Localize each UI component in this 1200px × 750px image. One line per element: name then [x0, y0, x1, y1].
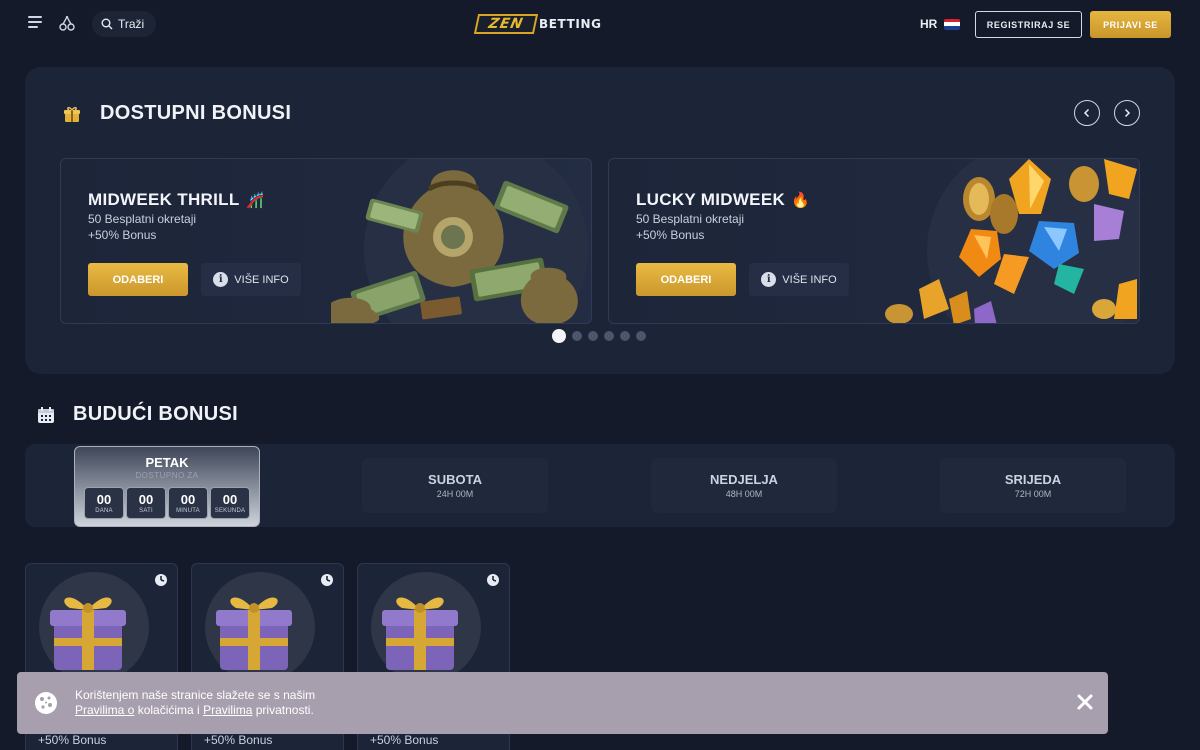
gift-box-illustration [382, 597, 458, 670]
logo-text: BETTING [539, 17, 602, 31]
carousel-prev-button[interactable] [1074, 100, 1100, 126]
privacy-policy-link[interactable]: Pravilima [203, 703, 252, 717]
logo-mark: ZEN [473, 14, 539, 34]
carousel-dot[interactable] [636, 331, 646, 341]
gift-card-bonus: +50% Bonus [38, 733, 107, 747]
flag-hr-icon [944, 18, 961, 30]
timer-icon [155, 574, 167, 586]
day-tab-wednesday[interactable]: SRIJEDA 72H 00M [940, 458, 1126, 513]
countdown-unit: SATI [139, 508, 153, 514]
more-info-label: VIŠE INFO [782, 273, 837, 286]
carousel-dot[interactable] [572, 331, 582, 341]
day-name: PETAK [145, 455, 189, 470]
register-button[interactable]: REGISTRIRAJ SE [975, 11, 1082, 38]
countdown-seconds: 00 SEKUNDA [210, 487, 250, 519]
countdown-unit: MINUTA [176, 508, 200, 514]
carousel-next-button[interactable] [1114, 100, 1140, 126]
info-icon: i [213, 272, 229, 287]
bonus-card-lucky-midweek: LUCKY MIDWEEK 🔥 50 Besplatni okretaji +5… [608, 158, 1140, 324]
available-bonuses-panel: DOSTUPNI BONUSI MIDWEEK THRILL 🎢 50 Besp… [25, 67, 1175, 374]
day-name: SUBOTA [428, 472, 482, 487]
available-bonuses-title: DOSTUPNI BONUSI [100, 102, 292, 124]
more-info-button[interactable]: i VIŠE INFO [749, 263, 849, 296]
day-countdown: 48H 00M [725, 489, 763, 499]
gift-icon [64, 107, 80, 122]
carousel-dot[interactable] [604, 331, 614, 341]
choose-button[interactable]: ODABERI [88, 263, 188, 296]
upcoming-days-bar: PETAK DOSTUPNO ZA 00 DANA 00 SATI 00 MIN… [25, 444, 1175, 527]
cookie-banner: Korištenjem naše stranice slažete se s n… [17, 672, 1108, 734]
carousel-dot[interactable] [588, 331, 598, 341]
cookie-text-1: Korištenjem naše stranice slažete se s n… [75, 688, 316, 702]
menu-icon[interactable] [28, 16, 42, 30]
gift-card-bonus: +50% Bonus [204, 733, 273, 747]
more-info-label: VIŠE INFO [234, 273, 289, 286]
chevron-left-icon [1083, 108, 1090, 118]
bonus-card-bonus: +50% Bonus [88, 228, 157, 242]
bonus-card-spins: 50 Besplatni okretaji [88, 212, 197, 226]
upcoming-bonuses-title: BUDUĆI BONUSI [73, 403, 239, 425]
countdown-unit: DANA [95, 508, 113, 514]
day-tab-sunday[interactable]: NEDJELJA 48H 00M [651, 458, 837, 513]
cookie-text-2: kolačićima i [137, 703, 200, 717]
choose-button[interactable]: ODABERI [636, 263, 736, 296]
gift-box-illustration [50, 597, 126, 670]
day-name: NEDJELJA [710, 472, 778, 487]
more-info-button[interactable]: i VIŠE INFO [201, 263, 301, 296]
day-name: SRIJEDA [1004, 472, 1062, 487]
day-countdown: 24H 00M [436, 489, 474, 499]
search-icon [101, 18, 113, 30]
available-in-label: DOSTUPNO ZA [135, 471, 199, 480]
bonus-card-title: MIDWEEK THRILL 🎢 [88, 190, 265, 210]
cookie-icon [35, 692, 57, 714]
bonus-card-title-text: MIDWEEK THRILL [88, 190, 240, 209]
countdown-value: 00 [138, 492, 154, 507]
countdown-minutes: 00 MINUTA [168, 487, 208, 519]
countdown-unit: SEKUNDA [214, 508, 246, 514]
countdown-days: 00 DANA [84, 487, 124, 519]
chevron-right-icon [1124, 108, 1131, 118]
logo[interactable]: ZEN BETTING [473, 14, 602, 34]
cookie-policy-link[interactable]: Pravilima o [75, 703, 134, 717]
fire-icon: 🔥 [791, 192, 811, 209]
money-bags-illustration [331, 159, 588, 323]
timer-icon [487, 574, 499, 586]
day-tab-friday[interactable]: PETAK DOSTUPNO ZA 00 DANA 00 SATI 00 MIN… [74, 446, 260, 527]
carousel-dot[interactable] [620, 331, 630, 341]
gift-box-illustration [216, 597, 292, 670]
gems-illustration [885, 159, 1139, 323]
cookie-text-3: privatnosti. [255, 703, 314, 717]
countdown-hours: 00 SATI [126, 487, 166, 519]
countdown-value: 00 [180, 492, 196, 507]
gift-card-bonus: +50% Bonus [370, 733, 439, 747]
day-tab-saturday[interactable]: SUBOTA 24H 00M [362, 458, 548, 513]
login-button[interactable]: PRIJAVI SE [1090, 11, 1171, 38]
top-bar: Traži ZEN BETTING HR REGISTRIRAJ SE PRIJ… [0, 0, 1200, 50]
language-code: HR [920, 17, 938, 31]
rollercoaster-icon: 🎢 [245, 192, 265, 209]
day-countdown: 72H 00M [1014, 489, 1052, 499]
language-selector[interactable]: HR [920, 17, 961, 31]
countdown-value: 00 [222, 492, 238, 507]
close-icon[interactable] [1075, 692, 1095, 712]
cookie-message: Korištenjem naše stranice slažete se s n… [75, 688, 315, 718]
cherry-icon[interactable] [58, 14, 76, 32]
info-icon: i [761, 272, 777, 287]
timer-icon [321, 574, 333, 586]
search-label: Traži [118, 17, 145, 31]
bonus-card-spins: 50 Besplatni okretaji [636, 212, 745, 226]
bonus-card-title-text: LUCKY MIDWEEK [636, 190, 786, 209]
carousel-pagination [552, 329, 646, 343]
bonus-card-bonus: +50% Bonus [636, 228, 705, 242]
calendar-icon [38, 407, 54, 423]
search-button[interactable]: Traži [92, 11, 156, 37]
countdown-value: 00 [96, 492, 112, 507]
bonus-card-title: LUCKY MIDWEEK 🔥 [636, 190, 810, 210]
bonus-card-midweek-thrill: MIDWEEK THRILL 🎢 50 Besplatni okretaji +… [60, 158, 592, 324]
carousel-dot[interactable] [552, 329, 566, 343]
